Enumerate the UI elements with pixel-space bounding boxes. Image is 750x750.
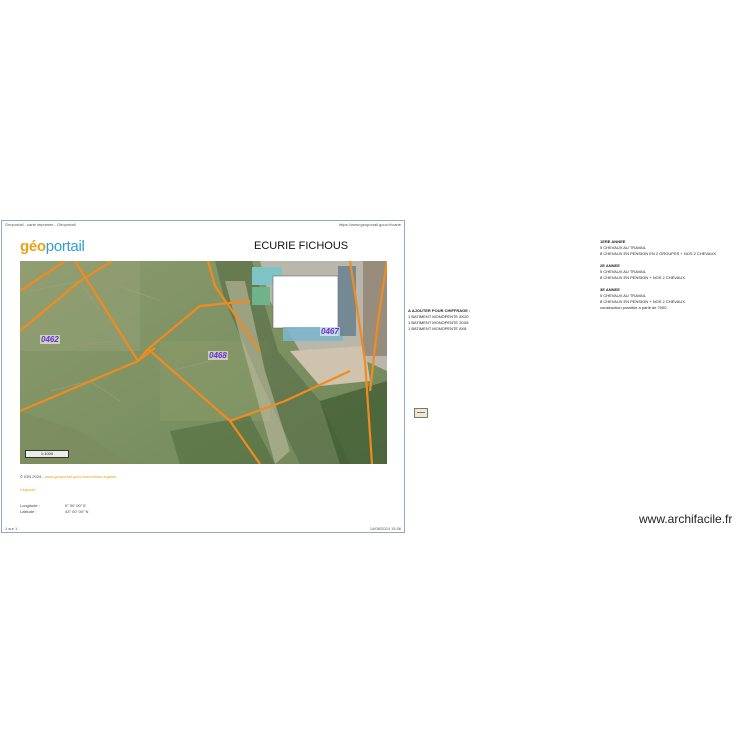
aerial-map[interactable]: 0462 0468 0467 1:1000 <box>20 261 387 464</box>
geoportail-logo: géoportail <box>20 238 85 255</box>
map-title: ECURIE FICHOUS <box>254 240 349 252</box>
add-for-quote-note: A AJOUTER POUR CHIFFRAGE : 1 BATIMENT MO… <box>408 308 470 332</box>
parcel-label: 0468 <box>208 351 228 360</box>
parcel-label: 0462 <box>40 335 60 344</box>
coordinates-block: Longitude : 0° 00' 00" E Latitude : 43° … <box>20 503 88 515</box>
year1-item: 8 CHEVAUX EN PENSION EN 2 GROUPES + NOS … <box>600 251 716 256</box>
legend-label: Légende <box>20 487 36 492</box>
logo-part-geo: géo <box>20 238 46 255</box>
print-header-right: https://www.geoportail.gouv.fr/carte <box>338 222 401 227</box>
print-footer-right: 14/08/2024 15:36 <box>369 526 401 531</box>
parcel-label: 0467 <box>320 327 340 336</box>
print-header-left: Géoportail - carte imprimée - Géoportail <box>5 222 76 227</box>
print-footer-left: 1 sur 1 <box>5 526 18 531</box>
year-plan-notes: 1ERE ANNEE 5 CHEVAUX AU TRAVAIL 8 CHEVAU… <box>600 239 716 311</box>
latitude-label: Latitude : <box>20 509 37 514</box>
longitude-label: Longitude : <box>20 503 40 508</box>
latitude-value: 43° 00' 00" N <box>65 509 89 514</box>
scale-bar: 1:1000 <box>25 450 69 458</box>
add-item: 1 BATIMENT MONOPENTE 8X8 <box>408 326 467 331</box>
copyright-text: © IGN 2024 - <box>20 474 45 479</box>
small-drawing-marker[interactable] <box>414 408 428 418</box>
logo-part-portail: portail <box>45 238 85 255</box>
year3-extra: construction possible a partir de 7000 <box>600 305 667 310</box>
legal-link[interactable]: www.geoportail.gouv.fr/mentions-legales <box>45 474 117 479</box>
watermark-text: www.archifacile.fr <box>639 512 733 526</box>
copyright-line: © IGN 2024 - www.geoportail.gouv.fr/ment… <box>20 474 116 479</box>
printed-map-sheet: Géoportail - carte imprimée - Géoportail… <box>1 220 405 533</box>
aerial-map-image <box>20 261 387 464</box>
